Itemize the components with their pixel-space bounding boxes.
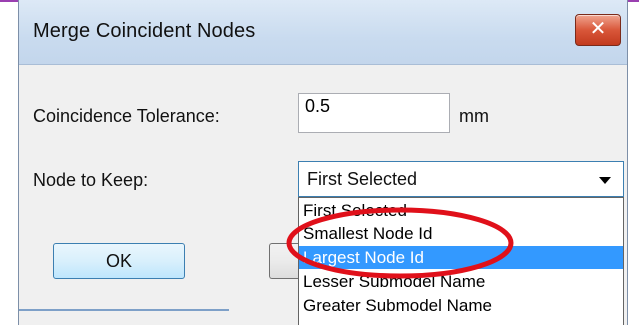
- option-first-selected[interactable]: First Selected: [299, 199, 623, 222]
- option-largest-node-id[interactable]: Largest Node Id: [299, 246, 623, 269]
- chevron-down-icon[interactable]: [599, 177, 611, 184]
- title-bar[interactable]: Merge Coincident Nodes ✕: [19, 0, 627, 65]
- close-button[interactable]: ✕: [575, 14, 621, 46]
- close-icon: ✕: [589, 16, 607, 40]
- option-smallest-node-id[interactable]: Smallest Node Id: [299, 222, 623, 245]
- tolerance-unit: mm: [459, 106, 489, 126]
- node-to-keep-select[interactable]: First Selected: [298, 161, 624, 197]
- node-to-keep-label: Node to Keep:: [33, 170, 149, 190]
- node-options-list: First Selected Smallest Node Id Largest …: [298, 197, 624, 325]
- option-lesser-submodel-name[interactable]: Lesser Submodel Name: [299, 270, 623, 293]
- tolerance-label: Coincidence Tolerance:: [33, 106, 220, 126]
- tolerance-input[interactable]: 0.5: [298, 93, 450, 133]
- dialog-title: Merge Coincident Nodes: [33, 20, 256, 42]
- selected-value: First Selected: [307, 169, 418, 189]
- ok-button[interactable]: OK: [53, 243, 185, 279]
- merge-coincident-nodes-dialog: Merge Coincident Nodes ✕ Coincidence Tol…: [18, 0, 628, 325]
- divider: [19, 309, 229, 311]
- option-greater-submodel-name[interactable]: Greater Submodel Name: [299, 294, 623, 317]
- window-edge-accent: [0, 0, 18, 2]
